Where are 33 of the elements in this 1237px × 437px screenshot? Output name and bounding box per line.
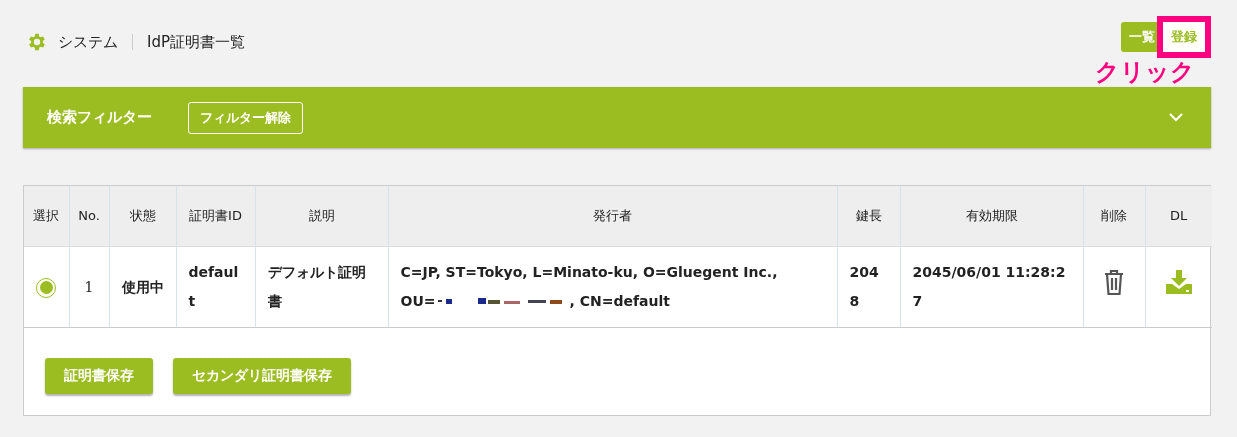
clear-filter-button[interactable]: フィルター解除 <box>188 101 303 134</box>
table-cell: 使用中 <box>109 246 176 328</box>
column-header: 説明 <box>255 186 388 247</box>
download-icon[interactable] <box>1165 270 1192 294</box>
page-title: IdP証明書一覧 <box>147 32 245 52</box>
settings-icon <box>26 31 48 53</box>
chevron-icon[interactable] <box>1169 113 1183 122</box>
breadcrumb-section[interactable]: システム <box>58 32 118 52</box>
save-button[interactable]: セカンダリ証明書保存 <box>173 358 351 394</box>
issuer-line: C=JP, ST=Tokyo, L=Minato-ku, O=Gluegent Inc., <box>400 263 779 282</box>
column-header: 鍵長 <box>837 186 900 247</box>
nav-tab[interactable]: 一覧 <box>1121 22 1157 52</box>
save-button[interactable]: 証明書保存 <box>45 358 153 394</box>
table-cell: default <box>176 246 255 328</box>
table-cell: 1 <box>69 246 109 328</box>
column-header: 状態 <box>109 186 176 247</box>
column-header: 削除 <box>1083 186 1145 247</box>
column-header: 選択 <box>24 186 69 247</box>
table-cell: 2045/06/01 11:28:27 <box>900 246 1083 328</box>
column-header: 有効期限 <box>900 186 1083 247</box>
column-header: DL <box>1145 186 1212 247</box>
issuer-ou-label: OU= <box>400 292 436 311</box>
radio-button[interactable] <box>36 277 57 298</box>
filter-title: 検索フィルター <box>47 108 152 127</box>
column-header: 証明書ID <box>176 186 255 247</box>
issuer-tail: , CN=default <box>569 292 670 311</box>
trash-icon[interactable] <box>1103 268 1125 296</box>
table-cell: デフォルト証明書 <box>255 246 388 328</box>
annotation-label: クリック <box>1095 58 1195 86</box>
table-cell: 2048 <box>837 246 900 328</box>
column-header: No. <box>69 186 109 247</box>
nav-tab[interactable]: 登録 <box>1157 16 1211 58</box>
column-header: 発行者 <box>388 186 837 247</box>
